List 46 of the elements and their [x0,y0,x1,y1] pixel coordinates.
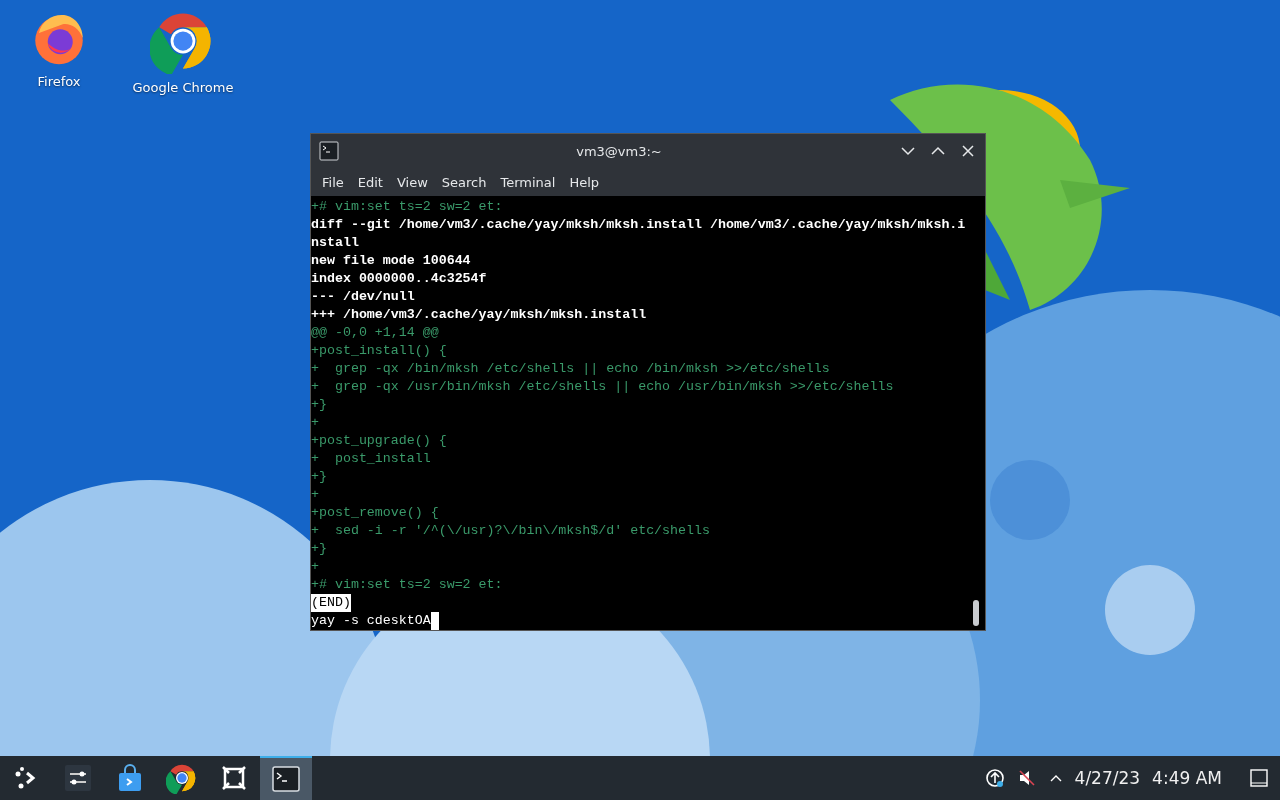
update-icon[interactable] [984,768,1005,788]
taskbar-button[interactable] [260,756,312,800]
terminal-icon [319,141,339,162]
terminal-icon[interactable] [272,766,300,792]
sliders-icon[interactable] [64,764,92,792]
terminal-line: +# vim:set ts=2 sw=2 et: [311,576,503,594]
clock[interactable]: 4:49 AM [1152,768,1222,788]
terminal-line: index 0000000..4c3254f [311,270,487,288]
date[interactable]: 4/27/23 [1074,768,1141,788]
chrome-icon[interactable] [166,762,198,794]
window-frame-icon[interactable] [220,764,248,792]
terminal-line: diff --git /home/vm3/.cache/yay/mksh/mksh.install /home/vm3/.cache/yay/mksh/mksh.i [311,216,966,234]
muted-speaker-icon[interactable] [1016,768,1037,788]
scrollbar-thumb[interactable] [973,600,979,626]
pager-status: (END) [311,594,351,612]
terminal-line: + sed -i -r '/^(\/usr)?\/bin\/mksh$/d' etc/shells [311,522,710,540]
menu-item[interactable]: View [389,171,435,193]
show-desktop-icon[interactable] [1248,768,1270,788]
terminal-line: +} [311,468,327,486]
terminal-line: --- /dev/null [311,288,415,306]
icon-label[interactable]: Firefox [37,74,81,89]
terminal-line: + [311,486,319,504]
terminal-line: +post_remove() { [311,504,439,522]
text-cursor [430,612,439,630]
terminal-line: +post_upgrade() { [311,432,447,450]
terminal-line: + grep -qx /bin/mksh /etc/shells || echo /bin/mksh >>/etc/shells [311,360,830,378]
menu-item[interactable]: Help [562,171,607,193]
terminal-line: + grep -qx /usr/bin/mksh /etc/shells || echo /usr/bin/mksh >>/etc/shells [311,378,894,396]
terminal-line: +++ /home/vm3/.cache/yay/mksh/mksh.install [311,306,647,324]
terminal-line: + post_install [311,450,431,468]
terminal-line: + [311,558,319,576]
terminal-line: +post_install() { [311,342,447,360]
terminal-line: + [311,414,319,432]
command-line[interactable]: yay -s cdesktOA [311,612,431,630]
menu-item[interactable]: File [315,171,351,193]
terminal-line: @@ -0,0 +1,14 @@ [311,324,439,342]
terminal-line: +} [311,540,327,558]
icon-label[interactable]: Google Chrome [132,80,234,95]
menu-item[interactable]: Search [434,171,494,193]
menu-item[interactable]: Terminal [493,171,563,193]
terminal-line: +} [311,396,327,414]
terminal-line: nstall [311,234,359,252]
window-title: vm3@vm3:~ [575,143,663,159]
terminal-line: new file mode 100644 [311,252,471,270]
terminal-line: +# vim:set ts=2 sw=2 et: [311,198,503,216]
menu-item[interactable]: Edit [350,171,390,193]
